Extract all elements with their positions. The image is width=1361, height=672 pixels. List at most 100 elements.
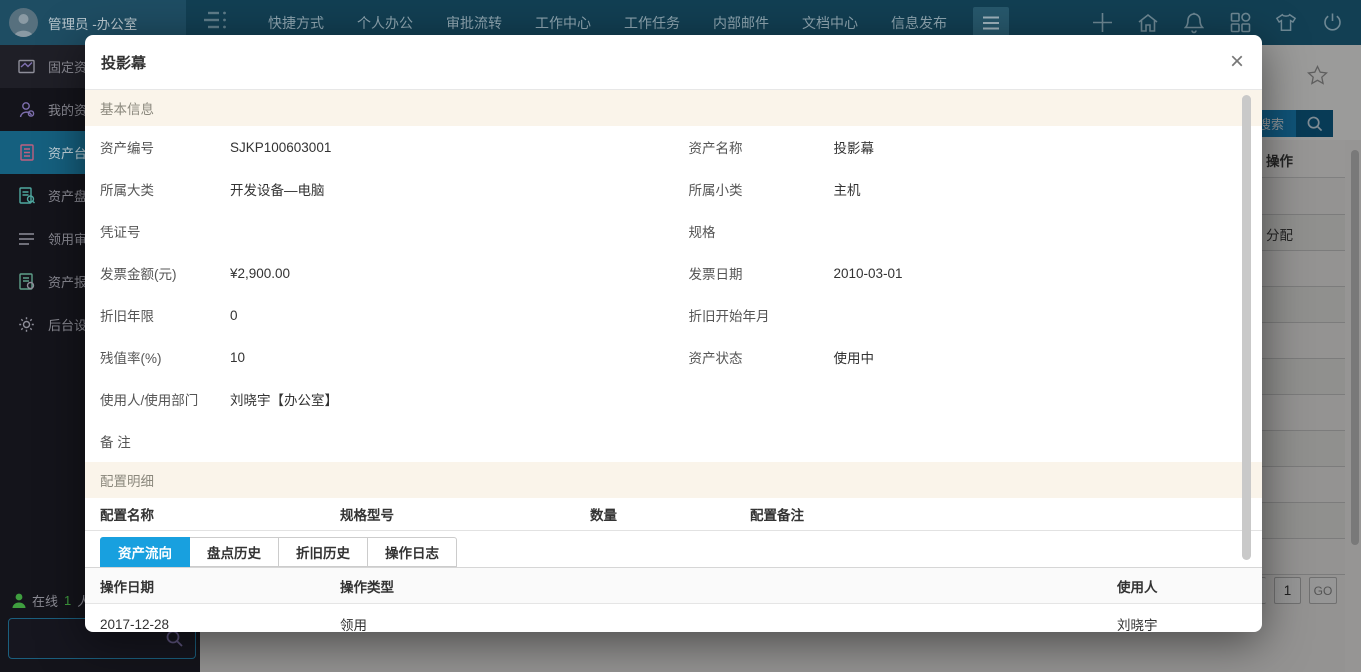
flow-col-type: 操作类型 bbox=[340, 576, 1117, 596]
nav-item-internal-mail[interactable]: 内部邮件 bbox=[713, 13, 769, 33]
chart-envelope-icon bbox=[18, 58, 35, 75]
online-status: 在线 1 人 bbox=[12, 591, 90, 610]
field-invoice-amount: 发票金额(元) ¥2,900.00 bbox=[85, 252, 674, 294]
config-col-model: 规格型号 bbox=[340, 504, 590, 524]
search-icon bbox=[166, 630, 183, 647]
document-gear-icon bbox=[18, 273, 35, 290]
flow-cell-user: 刘晓宇 bbox=[1117, 614, 1262, 632]
field-value: 2010-03-01 bbox=[834, 266, 903, 281]
nav-item-work-center[interactable]: 工作中心 bbox=[535, 13, 591, 33]
avatar-person-icon bbox=[9, 8, 38, 37]
flow-table-row: 2017-12-28 领用 刘晓宇 bbox=[85, 604, 1262, 632]
field-invoice-date: 发票日期 2010-03-01 bbox=[674, 252, 1263, 294]
detail-tabs: 资产流向 盘点历史 折旧历史 操作日志 bbox=[85, 531, 1262, 568]
field-value: 投影幕 bbox=[834, 137, 875, 157]
field-label: 凭证号 bbox=[85, 221, 230, 241]
shirt-icon[interactable] bbox=[1275, 12, 1297, 34]
tab-inventory-history[interactable]: 盘点历史 bbox=[190, 537, 279, 567]
sidebar-item-label: 资产盘 bbox=[48, 186, 87, 205]
field-value: ¥2,900.00 bbox=[230, 266, 290, 281]
user-name-label: 管理员 -办公室 bbox=[48, 13, 137, 33]
sidebar-item-label: 资产台 bbox=[48, 143, 87, 162]
flow-cell-date: 2017-12-28 bbox=[85, 617, 340, 632]
section-config-detail: 配置明细 bbox=[85, 462, 1262, 498]
section-basic-info: 基本信息 bbox=[85, 90, 1262, 126]
field-value: 主机 bbox=[834, 179, 861, 199]
field-voucher-number: 凭证号 bbox=[85, 210, 674, 252]
home-icon[interactable] bbox=[1137, 12, 1159, 34]
field-depreciation-years: 折旧年限 0 bbox=[85, 294, 674, 336]
config-col-remark: 配置备注 bbox=[750, 504, 804, 524]
field-asset-status: 资产状态 使用中 bbox=[674, 336, 1263, 378]
field-label: 折旧开始年月 bbox=[674, 305, 834, 325]
nav-item-info-publish[interactable]: 信息发布 bbox=[891, 13, 947, 33]
field-empty bbox=[674, 378, 1263, 420]
tab-asset-flow[interactable]: 资产流向 bbox=[100, 537, 190, 567]
basic-info-fields: 资产编号 SJKP100603001 资产名称 投影幕 所属大类 开发设备—电脑… bbox=[85, 126, 1262, 420]
app-window: 管理员 -办公室 快捷方式 个人办公 审批流转 工作中心 工作任务 内部邮件 文… bbox=[0, 0, 1361, 672]
nav-item-personal-office[interactable]: 个人办公 bbox=[357, 13, 413, 33]
tab-operation-log[interactable]: 操作日志 bbox=[368, 537, 457, 567]
field-label: 发票金额(元) bbox=[85, 263, 230, 283]
field-asset-code: 资产编号 SJKP100603001 bbox=[85, 126, 674, 168]
field-label: 资产状态 bbox=[674, 347, 834, 367]
online-count: 1 bbox=[64, 593, 71, 608]
flow-col-date: 操作日期 bbox=[85, 576, 340, 596]
config-col-name: 配置名称 bbox=[85, 504, 340, 524]
field-label: 资产编号 bbox=[85, 137, 230, 157]
field-minor-category: 所属小类 主机 bbox=[674, 168, 1263, 210]
document-search-icon bbox=[18, 187, 35, 204]
sidebar-item-label: 我的资 bbox=[48, 100, 87, 119]
config-col-quantity: 数量 bbox=[590, 504, 750, 524]
field-value: 开发设备—电脑 bbox=[230, 179, 325, 199]
flow-table-header: 操作日期 操作类型 使用人 bbox=[85, 568, 1262, 604]
nav-item-shortcuts[interactable]: 快捷方式 bbox=[268, 13, 324, 33]
plus-icon[interactable] bbox=[1091, 12, 1113, 34]
close-icon[interactable]: × bbox=[1230, 50, 1244, 74]
field-value: 10 bbox=[230, 350, 245, 365]
menu-list-icon[interactable] bbox=[202, 11, 228, 34]
field-label: 折旧年限 bbox=[85, 305, 230, 325]
online-user-icon bbox=[12, 593, 26, 608]
power-icon[interactable] bbox=[1321, 12, 1343, 34]
field-major-category: 所属大类 开发设备—电脑 bbox=[85, 168, 674, 210]
field-label: 发票日期 bbox=[674, 263, 834, 283]
online-prefix: 在线 bbox=[32, 591, 58, 610]
hamburger-menu-button[interactable] bbox=[973, 7, 1009, 39]
asset-detail-modal: 投影幕 × 基本信息 资产编号 SJKP100603001 资产名称 投影幕 所… bbox=[85, 35, 1262, 632]
bell-icon[interactable] bbox=[1183, 12, 1205, 34]
list-lines-icon bbox=[18, 230, 35, 247]
field-depreciation-start: 折旧开始年月 bbox=[674, 294, 1263, 336]
flow-col-user: 使用人 bbox=[1117, 576, 1262, 596]
person-icon bbox=[18, 101, 35, 118]
field-label: 规格 bbox=[674, 221, 834, 241]
nav-item-approval-flow[interactable]: 审批流转 bbox=[446, 13, 502, 33]
field-value: 刘晓宇【办公室】 bbox=[230, 389, 338, 409]
field-value: 使用中 bbox=[834, 347, 875, 367]
hamburger-icon bbox=[982, 16, 1000, 30]
field-value: 0 bbox=[230, 308, 238, 323]
user-avatar bbox=[9, 8, 38, 37]
field-value: SJKP100603001 bbox=[230, 140, 331, 155]
field-label: 所属小类 bbox=[674, 179, 834, 199]
field-user-department: 使用人/使用部门 刘晓宇【办公室】 bbox=[85, 378, 674, 420]
field-residual-rate: 残值率(%) 10 bbox=[85, 336, 674, 378]
sidebar-item-label: 后台设 bbox=[48, 315, 87, 334]
sidebar-item-label: 固定资 bbox=[48, 57, 87, 76]
sidebar-item-label: 资产报 bbox=[48, 272, 87, 291]
flow-cell-type: 领用 bbox=[340, 614, 1117, 632]
nav-item-document-center[interactable]: 文档中心 bbox=[802, 13, 858, 33]
tab-depreciation-history[interactable]: 折旧历史 bbox=[279, 537, 368, 567]
document-icon bbox=[18, 144, 35, 161]
field-label: 资产名称 bbox=[674, 137, 834, 157]
field-asset-name: 资产名称 投影幕 bbox=[674, 126, 1263, 168]
field-label: 残值率(%) bbox=[85, 347, 230, 367]
field-label: 使用人/使用部门 bbox=[85, 389, 230, 409]
modal-header: 投影幕 × bbox=[85, 35, 1262, 90]
modal-title: 投影幕 bbox=[101, 52, 146, 73]
nav-item-work-tasks[interactable]: 工作任务 bbox=[624, 13, 680, 33]
modal-scrollbar-thumb[interactable] bbox=[1242, 95, 1251, 560]
field-specification: 规格 bbox=[674, 210, 1263, 252]
apps-grid-icon[interactable] bbox=[1229, 12, 1251, 34]
remark-label: 备 注 bbox=[85, 420, 1262, 462]
